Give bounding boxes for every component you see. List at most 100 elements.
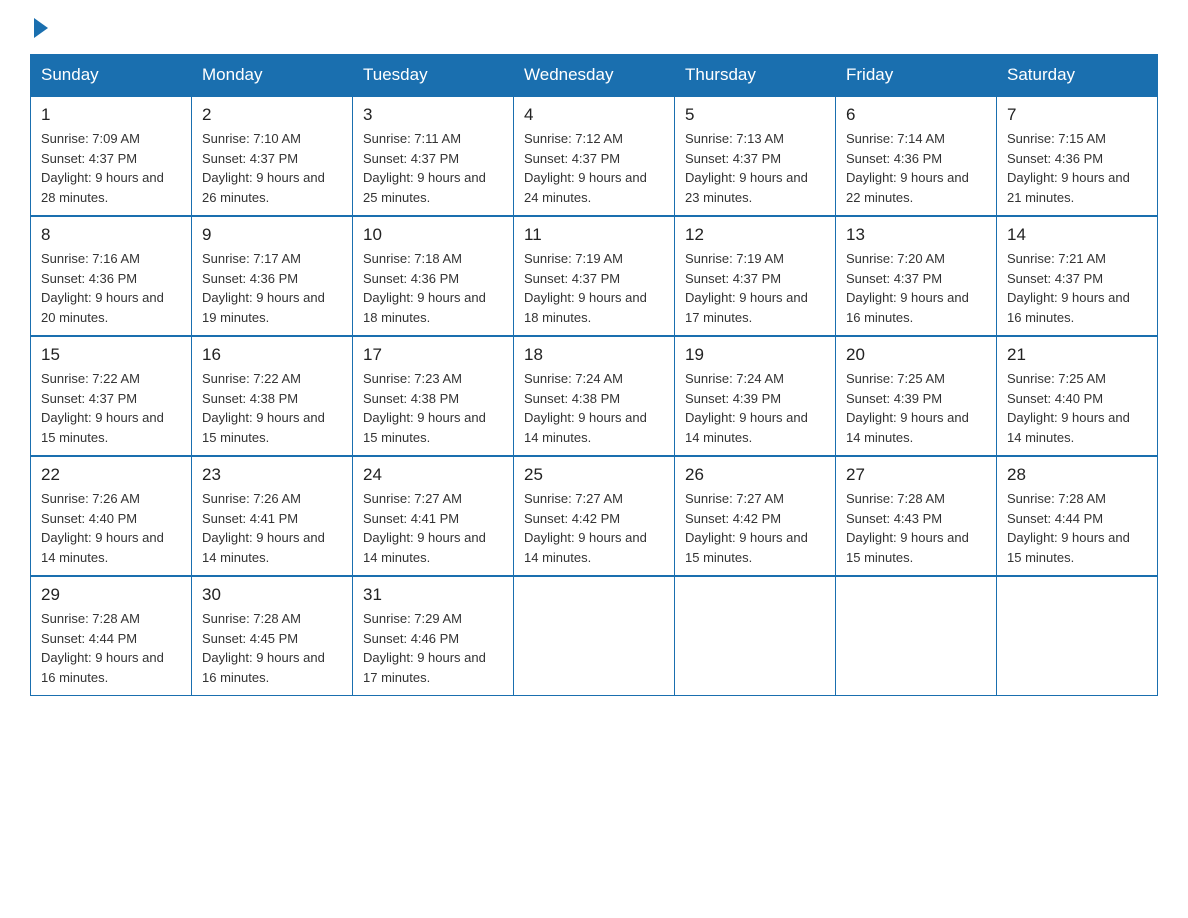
weekday-header-sunday: Sunday <box>31 55 192 97</box>
day-number: 7 <box>1007 105 1147 125</box>
weekday-header-tuesday: Tuesday <box>353 55 514 97</box>
day-number: 2 <box>202 105 342 125</box>
day-number: 5 <box>685 105 825 125</box>
day-number: 14 <box>1007 225 1147 245</box>
day-info: Sunrise: 7:09 AMSunset: 4:37 PMDaylight:… <box>41 131 164 205</box>
weekday-header-row: SundayMondayTuesdayWednesdayThursdayFrid… <box>31 55 1158 97</box>
day-number: 18 <box>524 345 664 365</box>
calendar-cell: 11 Sunrise: 7:19 AMSunset: 4:37 PMDaylig… <box>514 216 675 336</box>
day-number: 22 <box>41 465 181 485</box>
day-number: 12 <box>685 225 825 245</box>
day-number: 25 <box>524 465 664 485</box>
day-info: Sunrise: 7:19 AMSunset: 4:37 PMDaylight:… <box>524 251 647 325</box>
day-info: Sunrise: 7:28 AMSunset: 4:45 PMDaylight:… <box>202 611 325 685</box>
day-info: Sunrise: 7:27 AMSunset: 4:42 PMDaylight:… <box>524 491 647 565</box>
week-row-5: 29 Sunrise: 7:28 AMSunset: 4:44 PMDaylig… <box>31 576 1158 696</box>
day-info: Sunrise: 7:21 AMSunset: 4:37 PMDaylight:… <box>1007 251 1130 325</box>
day-info: Sunrise: 7:14 AMSunset: 4:36 PMDaylight:… <box>846 131 969 205</box>
calendar-cell: 20 Sunrise: 7:25 AMSunset: 4:39 PMDaylig… <box>836 336 997 456</box>
calendar-cell: 3 Sunrise: 7:11 AMSunset: 4:37 PMDayligh… <box>353 96 514 216</box>
calendar-cell: 17 Sunrise: 7:23 AMSunset: 4:38 PMDaylig… <box>353 336 514 456</box>
day-number: 27 <box>846 465 986 485</box>
day-number: 11 <box>524 225 664 245</box>
day-info: Sunrise: 7:29 AMSunset: 4:46 PMDaylight:… <box>363 611 486 685</box>
day-info: Sunrise: 7:19 AMSunset: 4:37 PMDaylight:… <box>685 251 808 325</box>
day-number: 10 <box>363 225 503 245</box>
calendar-cell: 2 Sunrise: 7:10 AMSunset: 4:37 PMDayligh… <box>192 96 353 216</box>
calendar-cell: 21 Sunrise: 7:25 AMSunset: 4:40 PMDaylig… <box>997 336 1158 456</box>
calendar-cell <box>836 576 997 696</box>
calendar-cell: 29 Sunrise: 7:28 AMSunset: 4:44 PMDaylig… <box>31 576 192 696</box>
calendar-cell <box>514 576 675 696</box>
week-row-3: 15 Sunrise: 7:22 AMSunset: 4:37 PMDaylig… <box>31 336 1158 456</box>
logo <box>30 20 48 34</box>
day-number: 23 <box>202 465 342 485</box>
calendar-cell: 1 Sunrise: 7:09 AMSunset: 4:37 PMDayligh… <box>31 96 192 216</box>
calendar-cell: 18 Sunrise: 7:24 AMSunset: 4:38 PMDaylig… <box>514 336 675 456</box>
calendar-cell: 9 Sunrise: 7:17 AMSunset: 4:36 PMDayligh… <box>192 216 353 336</box>
day-number: 24 <box>363 465 503 485</box>
day-info: Sunrise: 7:26 AMSunset: 4:41 PMDaylight:… <box>202 491 325 565</box>
day-info: Sunrise: 7:24 AMSunset: 4:38 PMDaylight:… <box>524 371 647 445</box>
weekday-header-saturday: Saturday <box>997 55 1158 97</box>
day-info: Sunrise: 7:11 AMSunset: 4:37 PMDaylight:… <box>363 131 486 205</box>
day-number: 19 <box>685 345 825 365</box>
day-info: Sunrise: 7:22 AMSunset: 4:37 PMDaylight:… <box>41 371 164 445</box>
weekday-header-friday: Friday <box>836 55 997 97</box>
day-number: 13 <box>846 225 986 245</box>
calendar-cell <box>997 576 1158 696</box>
calendar-cell: 8 Sunrise: 7:16 AMSunset: 4:36 PMDayligh… <box>31 216 192 336</box>
day-number: 9 <box>202 225 342 245</box>
calendar-cell: 12 Sunrise: 7:19 AMSunset: 4:37 PMDaylig… <box>675 216 836 336</box>
page-header <box>30 20 1158 34</box>
calendar-cell: 6 Sunrise: 7:14 AMSunset: 4:36 PMDayligh… <box>836 96 997 216</box>
calendar-cell: 25 Sunrise: 7:27 AMSunset: 4:42 PMDaylig… <box>514 456 675 576</box>
day-number: 4 <box>524 105 664 125</box>
calendar-cell: 7 Sunrise: 7:15 AMSunset: 4:36 PMDayligh… <box>997 96 1158 216</box>
day-number: 21 <box>1007 345 1147 365</box>
weekday-header-thursday: Thursday <box>675 55 836 97</box>
day-number: 31 <box>363 585 503 605</box>
calendar-cell: 14 Sunrise: 7:21 AMSunset: 4:37 PMDaylig… <box>997 216 1158 336</box>
day-info: Sunrise: 7:28 AMSunset: 4:44 PMDaylight:… <box>1007 491 1130 565</box>
calendar-cell: 4 Sunrise: 7:12 AMSunset: 4:37 PMDayligh… <box>514 96 675 216</box>
day-info: Sunrise: 7:25 AMSunset: 4:40 PMDaylight:… <box>1007 371 1130 445</box>
day-number: 29 <box>41 585 181 605</box>
week-row-1: 1 Sunrise: 7:09 AMSunset: 4:37 PMDayligh… <box>31 96 1158 216</box>
day-number: 8 <box>41 225 181 245</box>
day-number: 6 <box>846 105 986 125</box>
day-info: Sunrise: 7:28 AMSunset: 4:44 PMDaylight:… <box>41 611 164 685</box>
calendar-cell: 23 Sunrise: 7:26 AMSunset: 4:41 PMDaylig… <box>192 456 353 576</box>
calendar-cell: 16 Sunrise: 7:22 AMSunset: 4:38 PMDaylig… <box>192 336 353 456</box>
day-info: Sunrise: 7:15 AMSunset: 4:36 PMDaylight:… <box>1007 131 1130 205</box>
calendar-cell: 24 Sunrise: 7:27 AMSunset: 4:41 PMDaylig… <box>353 456 514 576</box>
day-info: Sunrise: 7:16 AMSunset: 4:36 PMDaylight:… <box>41 251 164 325</box>
week-row-2: 8 Sunrise: 7:16 AMSunset: 4:36 PMDayligh… <box>31 216 1158 336</box>
day-info: Sunrise: 7:20 AMSunset: 4:37 PMDaylight:… <box>846 251 969 325</box>
calendar-cell: 28 Sunrise: 7:28 AMSunset: 4:44 PMDaylig… <box>997 456 1158 576</box>
day-info: Sunrise: 7:13 AMSunset: 4:37 PMDaylight:… <box>685 131 808 205</box>
calendar-cell: 19 Sunrise: 7:24 AMSunset: 4:39 PMDaylig… <box>675 336 836 456</box>
day-info: Sunrise: 7:10 AMSunset: 4:37 PMDaylight:… <box>202 131 325 205</box>
calendar-cell: 10 Sunrise: 7:18 AMSunset: 4:36 PMDaylig… <box>353 216 514 336</box>
calendar-cell: 5 Sunrise: 7:13 AMSunset: 4:37 PMDayligh… <box>675 96 836 216</box>
day-number: 16 <box>202 345 342 365</box>
day-info: Sunrise: 7:27 AMSunset: 4:42 PMDaylight:… <box>685 491 808 565</box>
calendar-cell: 13 Sunrise: 7:20 AMSunset: 4:37 PMDaylig… <box>836 216 997 336</box>
calendar-cell: 22 Sunrise: 7:26 AMSunset: 4:40 PMDaylig… <box>31 456 192 576</box>
calendar-table: SundayMondayTuesdayWednesdayThursdayFrid… <box>30 54 1158 696</box>
weekday-header-monday: Monday <box>192 55 353 97</box>
day-number: 17 <box>363 345 503 365</box>
calendar-cell <box>675 576 836 696</box>
day-info: Sunrise: 7:12 AMSunset: 4:37 PMDaylight:… <box>524 131 647 205</box>
calendar-cell: 31 Sunrise: 7:29 AMSunset: 4:46 PMDaylig… <box>353 576 514 696</box>
day-info: Sunrise: 7:17 AMSunset: 4:36 PMDaylight:… <box>202 251 325 325</box>
day-info: Sunrise: 7:27 AMSunset: 4:41 PMDaylight:… <box>363 491 486 565</box>
day-info: Sunrise: 7:26 AMSunset: 4:40 PMDaylight:… <box>41 491 164 565</box>
day-info: Sunrise: 7:25 AMSunset: 4:39 PMDaylight:… <box>846 371 969 445</box>
weekday-header-wednesday: Wednesday <box>514 55 675 97</box>
day-info: Sunrise: 7:18 AMSunset: 4:36 PMDaylight:… <box>363 251 486 325</box>
calendar-cell: 27 Sunrise: 7:28 AMSunset: 4:43 PMDaylig… <box>836 456 997 576</box>
calendar-cell: 30 Sunrise: 7:28 AMSunset: 4:45 PMDaylig… <box>192 576 353 696</box>
day-number: 3 <box>363 105 503 125</box>
